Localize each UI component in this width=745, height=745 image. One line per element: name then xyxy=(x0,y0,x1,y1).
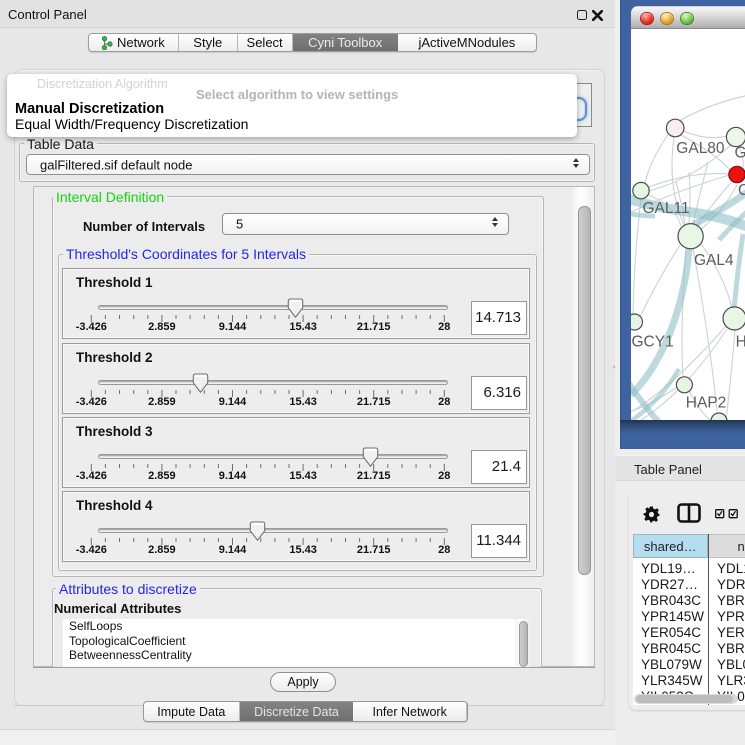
svg-text:HAP2: HAP2 xyxy=(686,394,727,411)
svg-text:GAL80: GAL80 xyxy=(676,140,725,157)
svg-text:GA: GA xyxy=(735,145,745,162)
svg-text:C: C xyxy=(738,182,745,199)
svg-text:H: H xyxy=(736,333,745,350)
svg-text:GAL4: GAL4 xyxy=(694,252,734,269)
svg-text:GAL11: GAL11 xyxy=(643,200,690,217)
svg-text:GCY1: GCY1 xyxy=(632,333,674,350)
